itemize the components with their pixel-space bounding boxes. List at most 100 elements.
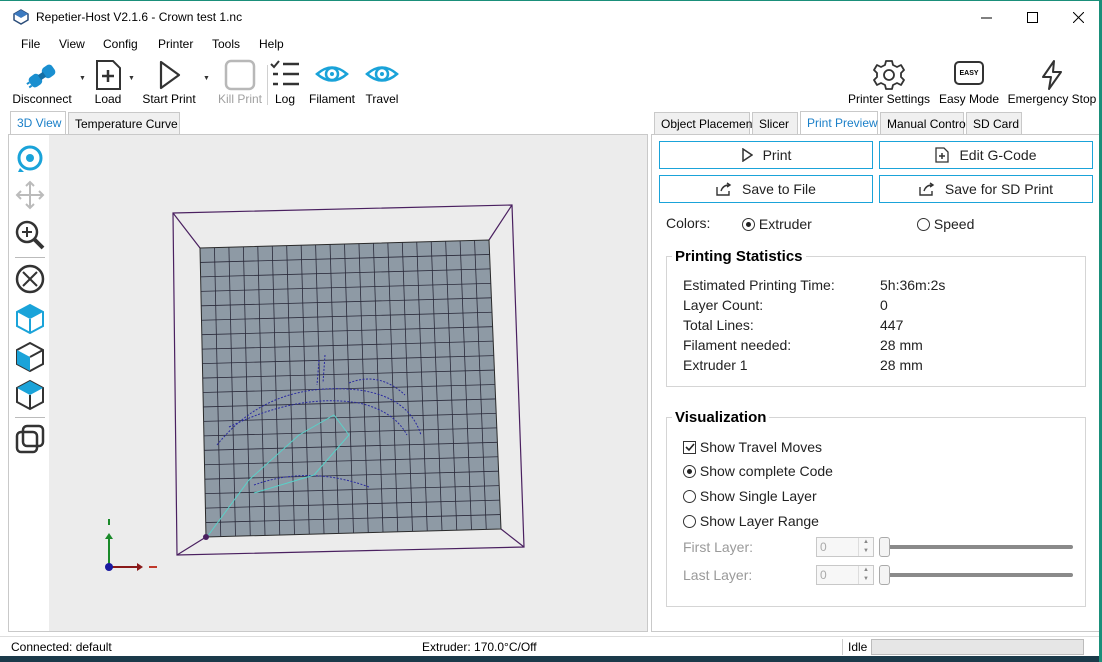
connection-status: Connected: default: [11, 640, 112, 654]
radio-icon: [683, 465, 696, 478]
start-print-label: Start Print: [142, 92, 196, 106]
last-layer-input[interactable]: 0 ▲ ▼: [816, 565, 874, 585]
save-to-file-button[interactable]: Save to File: [659, 175, 873, 203]
load-label: Load: [94, 92, 122, 106]
disconnect-button[interactable]: Disconnect: [8, 55, 76, 110]
start-print-button[interactable]: Start Print: [140, 55, 198, 110]
visualization-title: Visualization: [672, 409, 770, 426]
print-button[interactable]: Print: [659, 141, 873, 169]
tab-sd-card[interactable]: SD Card: [966, 112, 1022, 134]
stat-label: Total Lines:: [683, 317, 754, 333]
log-button[interactable]: Log: [268, 55, 302, 110]
last-layer-slider[interactable]: [879, 565, 1073, 585]
fit-view-icon[interactable]: [14, 263, 46, 295]
iso-view-icon[interactable]: [14, 303, 46, 335]
tool-separator: [15, 257, 45, 258]
easy-badge-text: EASY: [959, 70, 979, 77]
close-button[interactable]: [1055, 1, 1101, 33]
edit-gcode-label: Edit G-Code: [959, 147, 1037, 163]
first-layer-label: First Layer:: [683, 539, 754, 555]
edit-gcode-button[interactable]: Edit G-Code: [879, 141, 1093, 169]
menu-view[interactable]: View: [59, 37, 85, 51]
easy-mode-button[interactable]: EASY Easy Mode: [936, 55, 1002, 110]
start-print-dropdown-icon[interactable]: ▼: [203, 75, 210, 82]
slider-thumb[interactable]: [879, 537, 890, 557]
show-single-label: Show Single Layer: [699, 488, 817, 504]
menu-tools[interactable]: Tools: [212, 37, 240, 51]
first-layer-slider[interactable]: [879, 537, 1073, 557]
emergency-stop-button[interactable]: Emergency Stop: [1006, 55, 1098, 110]
radio-icon: [742, 218, 755, 231]
minimize-button[interactable]: [963, 1, 1009, 33]
tab-slicer[interactable]: Slicer: [752, 112, 798, 134]
travel-button[interactable]: Travel: [362, 55, 402, 110]
tab-manual-control[interactable]: Manual Control: [880, 112, 968, 134]
tab-temperature-curve[interactable]: Temperature Curve: [68, 112, 180, 134]
view-toolbar: [9, 135, 49, 631]
tab-print-preview[interactable]: Print Preview: [800, 111, 878, 135]
stat-value: 28 mm: [880, 337, 923, 353]
edit-file-icon: [935, 147, 950, 163]
emergency-stop-label: Emergency Stop: [1007, 92, 1097, 106]
close-icon: [1072, 11, 1084, 23]
show-range-label: Show Layer Range: [699, 513, 819, 529]
save-to-file-label: Save to File: [742, 181, 816, 197]
colors-label: Colors:: [666, 215, 711, 231]
maximize-button[interactable]: [1009, 1, 1055, 33]
tab-3d-view[interactable]: 3D View: [10, 111, 66, 135]
stat-label: Extruder 1: [683, 357, 748, 373]
3d-view-panel: [8, 134, 648, 632]
disconnect-dropdown-icon[interactable]: ▼: [79, 75, 86, 82]
last-layer-value: 0: [820, 568, 827, 582]
print-preview-panel: Print Edit G-Code Save to File Save for …: [651, 134, 1100, 632]
menu-printer[interactable]: Printer: [158, 37, 193, 51]
idle-status: Idle: [848, 640, 868, 654]
3d-viewport[interactable]: [49, 135, 647, 631]
tab-object-placement[interactable]: Object Placement: [654, 112, 756, 134]
easy-mode-label: Easy Mode: [938, 92, 1000, 106]
menu-config[interactable]: Config: [103, 37, 138, 51]
menu-file[interactable]: File: [21, 37, 40, 51]
spinner-arrows-icon[interactable]: ▲ ▼: [858, 566, 873, 584]
slider-thumb[interactable]: [879, 565, 890, 585]
perspective-icon[interactable]: [14, 423, 46, 455]
menu-help[interactable]: Help: [259, 37, 284, 51]
load-file-icon: [96, 60, 121, 90]
top-view-icon[interactable]: [14, 379, 46, 411]
last-layer-label: Last Layer:: [683, 567, 753, 583]
zoom-icon[interactable]: [14, 219, 46, 251]
move-view-icon[interactable]: [14, 179, 46, 211]
play-icon: [741, 148, 753, 162]
printer-settings-button[interactable]: Printer Settings: [846, 55, 932, 110]
color-speed-option[interactable]: Speed: [917, 216, 974, 232]
radio-icon: [683, 490, 696, 503]
window-title: Repetier-Host V2.1.6 - Crown test 1.nc: [36, 10, 243, 24]
stat-value: 447: [880, 317, 904, 333]
show-single-layer-radio[interactable]: Show Single Layer: [683, 488, 817, 504]
travel-label: Travel: [365, 92, 399, 106]
color-extruder-label: Extruder: [758, 216, 812, 232]
color-extruder-option[interactable]: Extruder: [742, 216, 812, 232]
status-bar: Connected: default Extruder: 170.0°C/Off…: [0, 636, 1102, 656]
eye-travel-icon: [365, 66, 399, 82]
rotate-view-icon[interactable]: [14, 143, 46, 175]
first-layer-input[interactable]: 0 ▲ ▼: [816, 537, 874, 557]
stat-label: Estimated Printing Time:: [683, 277, 835, 293]
front-view-icon[interactable]: [14, 341, 46, 373]
plug-icon: [26, 64, 56, 89]
minimize-icon: [980, 17, 992, 18]
eye-filament-icon: [315, 66, 349, 82]
show-layer-range-radio[interactable]: Show Layer Range: [683, 513, 819, 529]
color-speed-label: Speed: [933, 216, 975, 232]
load-dropdown-icon[interactable]: ▼: [128, 75, 135, 82]
stat-value: 0: [880, 297, 888, 313]
filament-button[interactable]: Filament: [306, 55, 358, 110]
show-travel-moves-checkbox[interactable]: Show Travel Moves: [683, 439, 822, 455]
save-sd-button[interactable]: Save for SD Print: [879, 175, 1093, 203]
load-button[interactable]: Load: [89, 55, 127, 110]
kill-print-button[interactable]: Kill Print: [215, 55, 265, 110]
spinner-arrows-icon[interactable]: ▲ ▼: [858, 538, 873, 556]
export-icon: [716, 182, 732, 196]
disconnect-label: Disconnect: [12, 92, 72, 106]
show-complete-code-radio[interactable]: Show complete Code: [683, 463, 833, 479]
